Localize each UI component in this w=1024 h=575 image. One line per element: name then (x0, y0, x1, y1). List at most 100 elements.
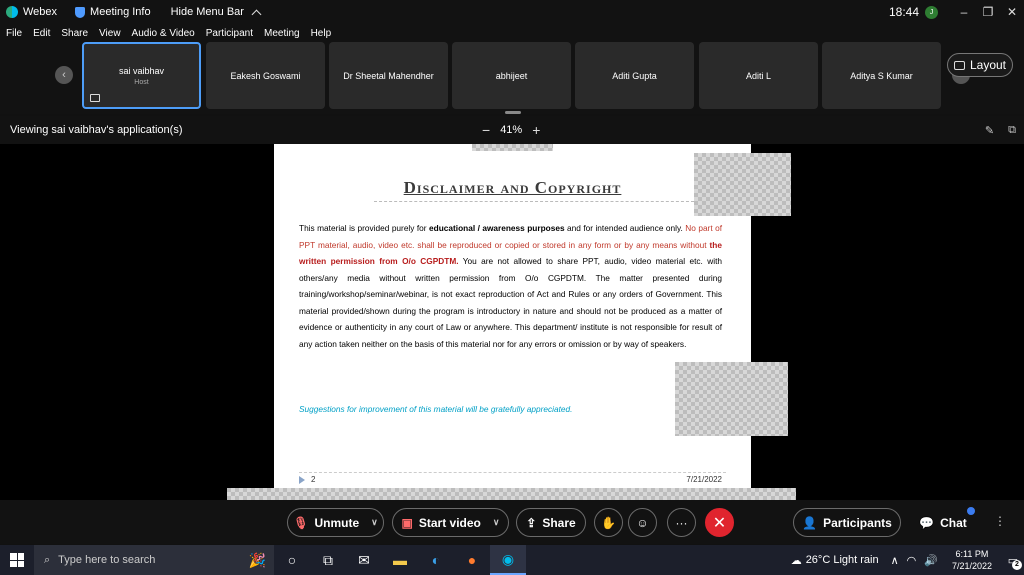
close-icon: ✕ (712, 514, 727, 532)
remote-control-icon[interactable]: ⧉ (1008, 124, 1016, 137)
shared-slide: Disclaimer and Copyright This material i… (274, 144, 751, 500)
annotate-icon[interactable]: ✎ (985, 124, 994, 137)
body-text: and for intended audience only. (564, 223, 686, 233)
zoom-in-button[interactable]: + (532, 122, 540, 138)
firefox-icon[interactable]: ● (454, 545, 490, 575)
menu-share[interactable]: Share (61, 28, 88, 39)
body-text: This material is provided purely for (299, 223, 430, 233)
participants-button[interactable]: 👤 Participants (793, 508, 901, 537)
menu-file[interactable]: File (6, 28, 22, 39)
footer-divider (299, 472, 726, 473)
participant-name: Eakesh Goswami (230, 70, 301, 81)
notification-count: 2 (1012, 560, 1022, 570)
unread-indicator (967, 507, 975, 515)
raise-hand-button[interactable]: ✋ (594, 508, 623, 537)
start-button[interactable] (0, 553, 34, 567)
strip-resize-handle[interactable] (505, 111, 521, 114)
participant-tile[interactable]: Dr Sheetal Mahendher (329, 42, 448, 109)
participant-tile[interactable]: Aditi L (699, 42, 818, 109)
taskbar-clock[interactable]: 6:11 PM 7/21/2022 (952, 548, 992, 572)
webex-icon (6, 6, 18, 18)
participant-tile[interactable]: Aditya S Kumar (822, 42, 941, 109)
notifications-button[interactable]: ▭ 2 (1002, 545, 1024, 575)
mail-icon[interactable]: ✉ (346, 545, 382, 575)
start-video-button[interactable]: ▣ Start video ∨ (392, 508, 509, 537)
taskbar-search[interactable]: ⌕ Type here to search 🎉 (34, 545, 274, 575)
weather-text[interactable]: 26°C Light rain (806, 554, 879, 566)
avatar[interactable]: J (925, 5, 938, 19)
participant-tile[interactable]: Eakesh Goswami (206, 42, 325, 109)
layout-icon (953, 60, 965, 70)
title-divider (374, 201, 694, 202)
people-icon: 👤 (802, 515, 818, 530)
redacted-region (675, 362, 788, 436)
zoom-level: 41% (500, 124, 523, 136)
chevron-down-icon[interactable]: ∨ (493, 517, 500, 528)
chat-button[interactable]: 💬 Chat (912, 508, 974, 537)
chat-label: Chat (940, 515, 967, 530)
participant-name: Dr Sheetal Mahendher (343, 70, 434, 81)
menu-edit[interactable]: Edit (33, 28, 50, 39)
minimize-button[interactable]: – (952, 5, 976, 19)
chevron-up-icon[interactable]: ∧ (891, 554, 899, 567)
chevron-down-icon[interactable]: ∨ (371, 517, 378, 528)
participant-tile[interactable]: sai vaibhav Host (82, 42, 201, 109)
celebration-icon[interactable]: 🎉 (249, 552, 266, 569)
layout-button[interactable]: Layout (947, 53, 1013, 77)
restore-button[interactable]: ❐ (976, 5, 1000, 19)
weather-icon[interactable]: ☁ (791, 554, 802, 567)
meeting-controls: 🎙 Unmute ∨ ▣ Start video ∨ ⇪ Share ✋ ☺ ·… (0, 500, 1024, 544)
menu-participant[interactable]: Participant (206, 28, 253, 39)
participant-name: Aditi Gupta (612, 70, 657, 81)
volume-icon[interactable]: 🔊 (924, 554, 938, 567)
zoom-control: − 41% + (482, 122, 540, 138)
wifi-icon[interactable]: ◠ (907, 554, 917, 567)
task-view-icon[interactable]: ⧉ (310, 545, 346, 575)
layout-label: Layout (969, 58, 1007, 72)
share-button[interactable]: ⇪ Share (516, 508, 586, 537)
windows-taskbar: ⌕ Type here to search 🎉 ○ ⧉ ✉ ▬ ◐ ● ◉ ☁ … (0, 545, 1024, 575)
cortana-icon[interactable]: ○ (274, 545, 310, 575)
more-icon: ··· (675, 515, 688, 530)
zoom-out-button[interactable]: − (482, 122, 490, 138)
hide-menu-bar-button[interactable]: Hide Menu Bar (170, 6, 262, 19)
file-explorer-icon[interactable]: ▬ (382, 545, 418, 575)
participant-tile[interactable]: Aditi Gupta (575, 42, 694, 109)
close-button[interactable]: ✕ (1000, 5, 1024, 19)
participant-name: abhijeet (495, 70, 528, 81)
menu-meeting[interactable]: Meeting (264, 28, 300, 39)
triangle-icon (299, 475, 305, 484)
share-icon: ⇪ (526, 515, 537, 530)
participant-tile[interactable]: abhijeet (452, 42, 571, 109)
menu-audio-video[interactable]: Audio & Video (132, 28, 195, 39)
webex-taskbar-icon[interactable]: ◉ (490, 545, 526, 575)
app-logo: Webex (6, 6, 57, 18)
meeting-info-button[interactable]: Meeting Info (75, 6, 151, 18)
chevron-left-icon[interactable]: ‹ (55, 66, 73, 84)
search-placeholder: Type here to search (58, 554, 156, 566)
meeting-info-label: Meeting Info (90, 6, 151, 18)
menu-help[interactable]: Help (311, 28, 332, 39)
microphone-muted-icon: 🎙 (293, 515, 309, 530)
redacted-region (227, 488, 796, 500)
reactions-button[interactable]: ☺ (628, 508, 657, 537)
unmute-button[interactable]: 🎙 Unmute ∨ (287, 508, 384, 537)
leave-meeting-button[interactable]: ✕ (705, 508, 734, 537)
chat-icon: 💬 (919, 515, 935, 530)
viewing-label: Viewing sai vaibhav's application(s) (10, 124, 183, 136)
hide-menu-bar-label: Hide Menu Bar (170, 6, 244, 18)
participant-role: Host (134, 78, 149, 86)
windows-icon (10, 553, 24, 567)
chevron-up-icon (251, 9, 262, 19)
edge-icon[interactable]: ◐ (418, 545, 454, 575)
more-options-button[interactable]: ··· (667, 508, 696, 537)
participant-strip: ‹ sai vaibhav Host Eakesh Goswami Dr She… (0, 42, 1024, 114)
taskbar-date: 7/21/2022 (951, 561, 992, 571)
title-bar: Webex Meeting Info Hide Menu Bar 18:44 J… (0, 0, 1024, 24)
overflow-icon[interactable]: ⋮ (994, 514, 1006, 528)
start-video-label: Start video (418, 515, 481, 530)
participant-name: Aditi L (745, 70, 771, 81)
menu-view[interactable]: View (99, 28, 121, 39)
participant-name: sai vaibhav (118, 65, 165, 76)
taskbar-time: 6:11 PM (955, 549, 989, 559)
